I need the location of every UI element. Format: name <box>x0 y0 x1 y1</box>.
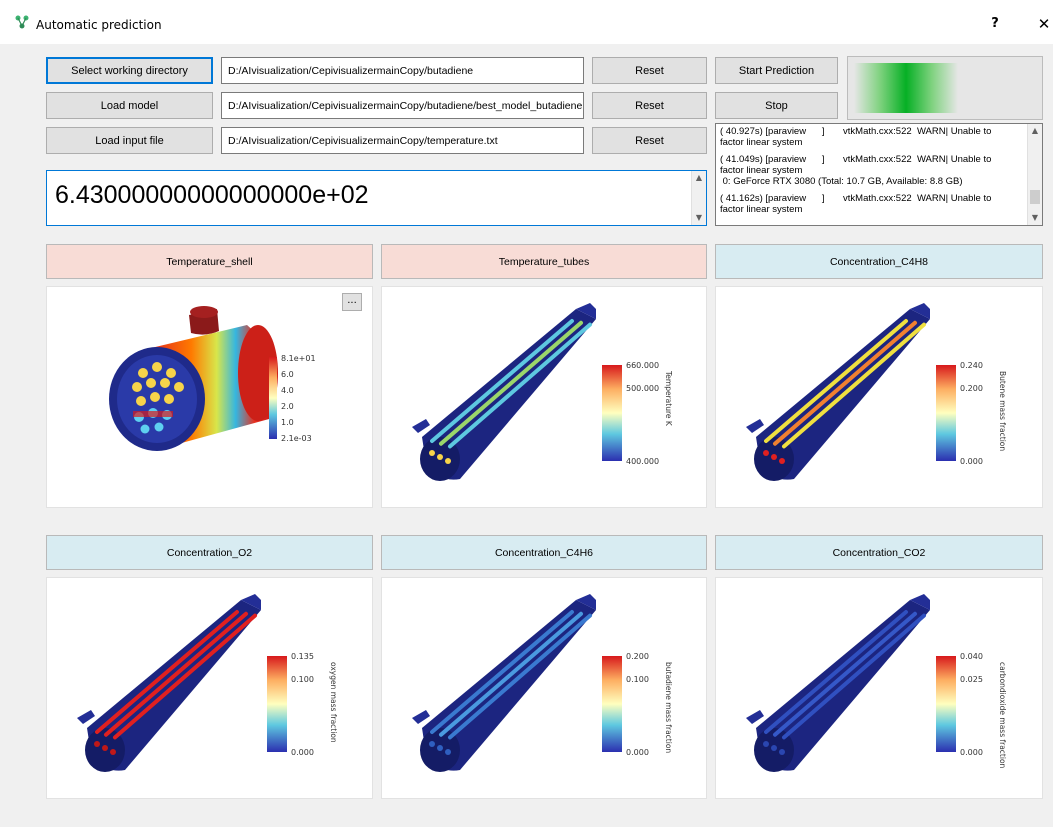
reset-directory-button[interactable]: Reset <box>592 57 707 84</box>
co2-render: 0.040 0.025 0.000 carbondioxide mass fracti… <box>746 594 1007 772</box>
input-file-field[interactable]: D:/AIvisualization/CepivisualizermainCop… <box>221 127 584 154</box>
colorbar-title: carbondioxide mass fraction <box>998 662 1007 769</box>
progress-chunk <box>854 63 958 113</box>
view-button-concentration-o2[interactable]: Concentration_O2 <box>46 535 373 570</box>
colorbar-label: 0.100 <box>291 675 314 684</box>
load-model-button[interactable]: Load model <box>46 92 213 119</box>
model-path-field[interactable]: D:/AIvisualization/CepivisualizermainCop… <box>221 92 584 119</box>
log-line: ( 40.927s) [paraview ] vtkMath.cxx:522 W… <box>720 126 992 137</box>
working-directory-field[interactable]: D:/AIvisualization/CepivisualizermainCop… <box>221 57 584 84</box>
tube-stripe <box>448 322 592 449</box>
colorbar-label: 2.0 <box>281 402 294 411</box>
colorbar-title: Butene mass fraction <box>998 371 1007 451</box>
render-view-temperature-shell[interactable]: 8.1e+01 6.0 4.0 2.0 1.0 2.1e-03 ... <box>46 286 373 508</box>
load-input-file-button[interactable]: Load input file <box>46 127 213 154</box>
colorbar-label: 0.135 <box>291 652 314 661</box>
help-button[interactable]: ? <box>984 14 1006 34</box>
log-output[interactable]: ( 40.927s) [paraview ] vtkMath.cxx:522 W… <box>715 123 1043 226</box>
render-view-concentration-c4h8[interactable]: 0.240 0.200 0.000 Butene mass fraction <box>715 286 1043 508</box>
tube-stripe <box>773 320 917 446</box>
app-icon <box>15 15 29 29</box>
colorbar-title: Temperature K <box>664 370 673 427</box>
render-view-concentration-o2[interactable]: 0.135 0.100 0.000 oxygen mass fraction <box>46 577 373 799</box>
tube-stripe <box>439 611 583 737</box>
progress-bar <box>847 56 1043 120</box>
select-working-directory-button[interactable]: Select working directory <box>46 57 213 84</box>
log-line: factor linear system <box>720 137 803 148</box>
o2-render: 0.135 0.100 0.000 oxygen mass fraction <box>77 594 338 772</box>
view-button-temperature-shell[interactable]: Temperature_shell <box>46 244 373 279</box>
colorbar-title: oxygen mass fraction <box>329 662 338 743</box>
scroll-down-icon[interactable]: ▼ <box>1028 211 1042 225</box>
shell-render: 8.1e+01 6.0 4.0 2.0 1.0 2.1e-03 <box>109 306 316 451</box>
close-icon[interactable]: ✕ <box>1034 14 1053 34</box>
colorbar-label: 0.040 <box>960 652 983 661</box>
reset-model-button[interactable]: Reset <box>592 92 707 119</box>
colorbar-label: 1.0 <box>281 418 294 427</box>
c4h8-render: 0.240 0.200 0.000 Butene mass fraction <box>746 303 1007 481</box>
colorbar <box>267 656 287 752</box>
input-value: 6.43000000000000000e+02 <box>55 181 369 209</box>
view-button-temperature-tubes[interactable]: Temperature_tubes <box>381 244 707 279</box>
render-view-concentration-c4h6[interactable]: 0.200 0.100 0.000 butadiene mass fraction <box>381 577 707 799</box>
tubes-render: 660.000 500.000 400.000 Temperature K <box>412 303 673 481</box>
scroll-thumb[interactable] <box>1030 190 1040 204</box>
more-options-button[interactable]: ... <box>342 293 362 311</box>
colorbar <box>602 656 622 752</box>
tube-stripe <box>104 611 248 737</box>
scroll-down-icon[interactable]: ▼ <box>692 211 706 225</box>
log-line: factor linear system <box>720 165 803 176</box>
window-title: Automatic prediction <box>36 18 162 32</box>
colorbar-label: 0.240 <box>960 361 983 370</box>
colorbar-label: 4.0 <box>281 386 294 395</box>
tube-stripe <box>773 611 917 737</box>
render-view-temperature-tubes[interactable]: 660.000 500.000 400.000 Temperature K <box>381 286 707 508</box>
colorbar-label: 8.1e+01 <box>281 354 316 363</box>
colorbar-label: 0.100 <box>626 675 649 684</box>
colorbar <box>936 656 956 752</box>
colorbar-label: 0.200 <box>960 384 983 393</box>
view-button-concentration-c4h6[interactable]: Concentration_C4H6 <box>381 535 707 570</box>
stop-button[interactable]: Stop <box>715 92 838 119</box>
reset-input-button[interactable]: Reset <box>592 127 707 154</box>
colorbar-label: 400.000 <box>626 457 659 466</box>
colorbar-title: butadiene mass fraction <box>664 662 673 753</box>
colorbar <box>269 357 277 439</box>
tube-stripe <box>439 320 583 446</box>
scroll-up-icon[interactable]: ▲ <box>1028 124 1042 138</box>
log-line: ( 41.049s) [paraview ] vtkMath.cxx:522 W… <box>720 154 992 165</box>
tube-stripe <box>782 613 926 740</box>
colorbar-label: 0.000 <box>960 748 983 757</box>
title-bar: Automatic prediction ? ✕ <box>0 0 1053 44</box>
scroll-up-icon[interactable]: ▲ <box>692 171 706 185</box>
colorbar <box>936 365 956 461</box>
tube-stripe <box>448 613 592 740</box>
log-line: factor linear system <box>720 204 803 215</box>
input-value-field[interactable]: 6.43000000000000000e+02 ▲ ▼ <box>46 170 707 226</box>
colorbar-label: 500.000 <box>626 384 659 393</box>
log-line: 0: GeForce RTX 3080 (Total: 10.7 GB, Ava… <box>720 176 963 187</box>
view-button-concentration-c4h8[interactable]: Concentration_C4H8 <box>715 244 1043 279</box>
colorbar-label: 0.200 <box>626 652 649 661</box>
tube-stripe <box>782 322 926 449</box>
render-view-concentration-co2[interactable]: 0.040 0.025 0.000 carbondioxide mass fracti… <box>715 577 1043 799</box>
log-lines: ( 40.927s) [paraview ] vtkMath.cxx:522 W… <box>720 126 1026 215</box>
colorbar-label: 660.000 <box>626 361 659 370</box>
colorbar-label: 0.000 <box>960 457 983 466</box>
view-button-concentration-co2[interactable]: Concentration_CO2 <box>715 535 1043 570</box>
colorbar-label: 0.000 <box>291 748 314 757</box>
colorbar-label: 0.000 <box>626 748 649 757</box>
colorbar-label: 0.025 <box>960 675 983 684</box>
value-scrollbar[interactable]: ▲ ▼ <box>691 171 706 225</box>
tube-stripe <box>113 613 257 740</box>
log-line: ( 41.162s) [paraview ] vtkMath.cxx:522 W… <box>720 193 992 204</box>
colorbar-label: 6.0 <box>281 370 294 379</box>
c4h6-render: 0.200 0.100 0.000 butadiene mass fraction <box>412 594 673 772</box>
colorbar <box>602 365 622 461</box>
log-scrollbar[interactable]: ▲ ▼ <box>1027 124 1042 225</box>
colorbar-label: 2.1e-03 <box>281 434 312 443</box>
start-prediction-button[interactable]: Start Prediction <box>715 57 838 84</box>
